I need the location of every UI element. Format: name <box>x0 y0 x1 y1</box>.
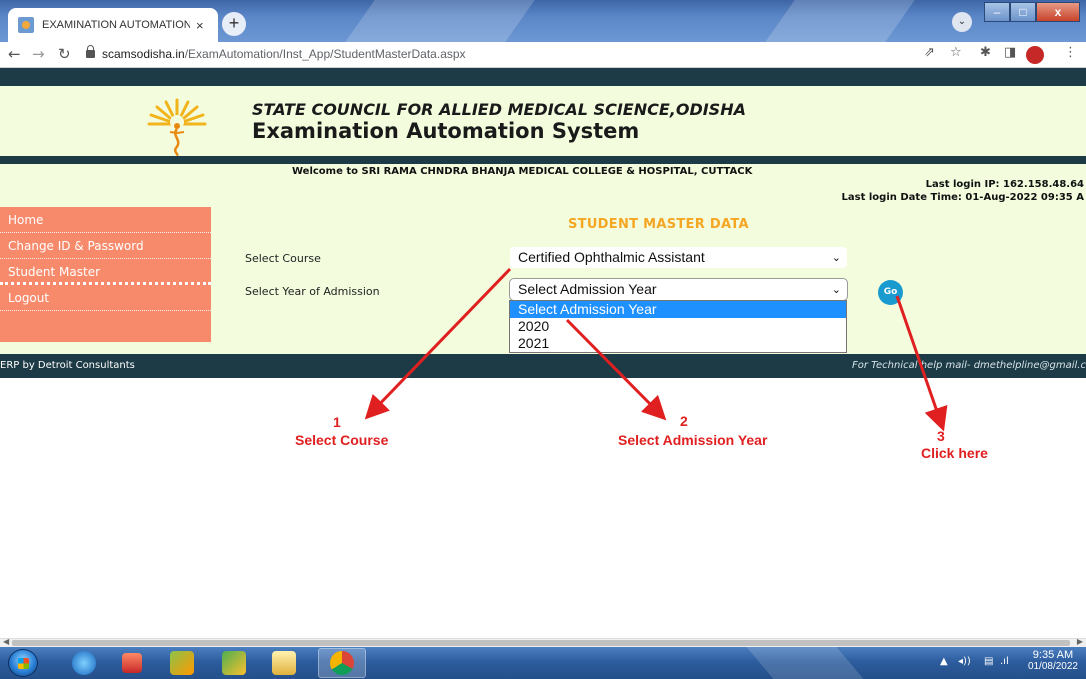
step-1-number: 1 <box>333 414 341 430</box>
maximize-button[interactable]: □ <box>1010 2 1036 22</box>
scrollbar-thumb[interactable] <box>12 640 1070 646</box>
reload-icon[interactable]: ↻ <box>58 45 71 63</box>
internet-explorer-icon[interactable] <box>72 651 96 675</box>
minimize-button[interactable]: – <box>984 2 1010 22</box>
browser-titlebar: EXAMINATION AUTOMATION SY × + ⌄ – □ x <box>0 0 1086 42</box>
arrow-to-step-1 <box>364 267 512 420</box>
step-2-label: Select Admission Year <box>618 432 768 448</box>
volume-icon[interactable]: ◂)) <box>958 656 971 667</box>
site-favicon-icon <box>18 17 34 33</box>
url-field[interactable]: scamsodisha.in/ExamAutomation/Inst_App/S… <box>102 47 466 61</box>
step-3-number: 3 <box>937 428 945 444</box>
windows-taskbar: ▲ ◂)) ▤ .ıl 9:35 AM 01/08/2022 <box>0 647 1086 679</box>
lock-icon <box>86 45 95 58</box>
step-2-number: 2 <box>680 413 688 429</box>
step-3-label: Click here <box>921 445 988 461</box>
url-host: scamsodisha.in <box>102 47 185 61</box>
tab-search-chevron-icon[interactable]: ⌄ <box>952 12 972 32</box>
scroll-right-icon[interactable]: ▶ <box>1077 637 1083 646</box>
back-arrow-icon[interactable]: ← <box>8 45 21 63</box>
paint-app-icon[interactable] <box>170 651 194 675</box>
extensions-puzzle-icon[interactable]: ✱ <box>980 45 991 60</box>
arrow-to-step-3 <box>895 295 948 432</box>
taskbar-glare <box>746 647 864 679</box>
clock-date: 01/08/2022 <box>1027 661 1078 672</box>
window-controls: – □ x <box>984 2 1080 22</box>
side-panel-icon[interactable]: ◨ <box>1004 45 1016 60</box>
tab-close-icon[interactable]: × <box>196 18 204 33</box>
network-icon[interactable]: ▤ <box>984 656 993 667</box>
system-clock[interactable]: 9:35 AM 01/08/2022 <box>1028 649 1078 672</box>
close-window-button[interactable]: x <box>1036 2 1080 22</box>
signal-icon: .ıl <box>1000 656 1009 667</box>
titlebar-glare <box>765 0 915 42</box>
browser-tab[interactable]: EXAMINATION AUTOMATION SY × <box>8 8 218 42</box>
share-icon[interactable]: ⇗ <box>924 45 935 60</box>
web-page: STATE COUNCIL FOR ALLIED MEDICAL SCIENCE… <box>0 68 1086 638</box>
file-explorer-icon[interactable] <box>272 651 296 675</box>
step-1-label: Select Course <box>295 432 389 448</box>
tab-title: EXAMINATION AUTOMATION SY <box>42 19 190 31</box>
horizontal-scrollbar[interactable]: ◀ ▶ <box>0 637 1086 647</box>
bookmark-star-icon[interactable]: ☆ <box>950 45 962 60</box>
browser-menu-icon[interactable]: ⋮ <box>1064 45 1077 60</box>
address-bar: ← → ↻ scamsodisha.in/ExamAutomation/Inst… <box>0 42 1086 68</box>
media-player-icon[interactable] <box>122 653 142 673</box>
tray-expand-icon[interactable]: ▲ <box>940 656 948 667</box>
profile-avatar-icon[interactable] <box>1026 46 1044 64</box>
clock-time: 9:35 AM <box>1032 649 1074 661</box>
titlebar-glare <box>345 0 535 42</box>
arrow-to-step-2 <box>565 318 667 421</box>
drawing-app-icon[interactable] <box>222 651 246 675</box>
chrome-icon[interactable] <box>330 651 354 675</box>
start-button[interactable] <box>8 649 38 677</box>
scroll-left-icon[interactable]: ◀ <box>3 637 9 646</box>
annotation-arrows <box>364 267 948 432</box>
url-path: /ExamAutomation/Inst_App/StudentMasterDa… <box>184 47 466 61</box>
new-tab-button[interactable]: + <box>222 12 246 36</box>
forward-arrow-icon[interactable]: → <box>32 45 45 63</box>
